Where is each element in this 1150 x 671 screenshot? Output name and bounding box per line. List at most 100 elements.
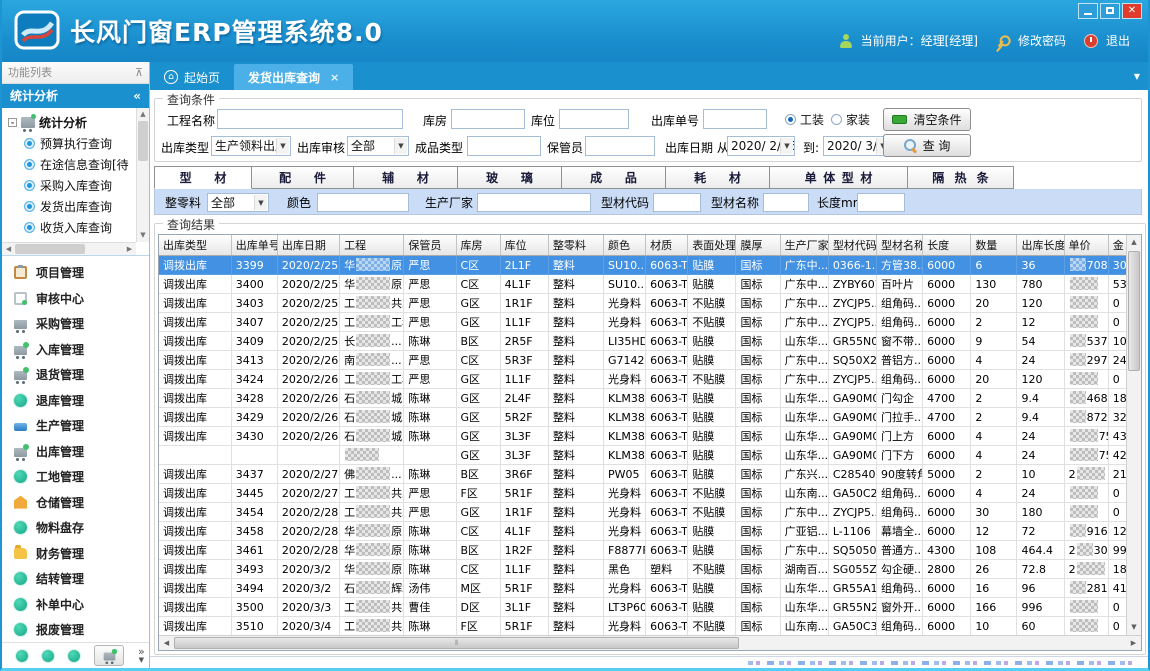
column-header[interactable]: 数量 [971,235,1017,256]
factory-input[interactable] [477,193,591,212]
table-row[interactable]: 调拨出库34542020/2/28工共工程严思G区1R1F整料光身料6063-T… [159,503,1135,522]
tab-shipping-outbound-query[interactable]: 发货出库查询 × [234,64,353,90]
collapse-icon[interactable]: « [133,84,141,108]
module-dot-icon[interactable] [16,650,28,662]
table-row[interactable]: 调拨出库34452020/2/27工共工程严思F区5R1F整料光身料6063-T… [159,484,1135,503]
column-header[interactable]: 出库日期 [277,235,339,256]
column-header[interactable]: 出库类型 [159,235,231,256]
table-row[interactable]: 调拨出库34942020/3/2石辉城汤伟M区5R1F整料光身料6063-T5贴… [159,579,1135,598]
module-cart-button[interactable] [94,645,124,666]
sidebar-module-财务管理[interactable]: 财务管理 [2,540,149,566]
outbound-type-select[interactable]: 生产领料出库▼ [211,136,291,156]
keeper-input[interactable] [585,136,655,156]
date-to-picker[interactable]: 2020/ 3/16▼ [823,136,891,156]
radio-gongzhuang[interactable]: 工装 [785,111,824,128]
tab-list-dropdown-icon[interactable]: ▼ [1134,72,1140,81]
table-row[interactable]: 调拨出库34092020/2/25长...陈琳B区2R5F整料LI35HD606… [159,332,1135,351]
sidebar-module-退库管理[interactable]: 退库管理 [2,387,149,413]
scroll-left-icon[interactable]: ◀ [159,639,174,647]
sidebar-module-生产管理[interactable]: 生产管理 [2,413,149,439]
stats-panel-header[interactable]: 统计分析 « [2,84,149,108]
tree-root-stats[interactable]: - 统计分析 [8,112,149,133]
column-header[interactable]: 型材代码 [828,235,876,256]
product-type-input[interactable] [467,136,541,156]
column-header[interactable]: 库位 [500,235,548,256]
pin-icon[interactable]: ⊼ [135,62,143,84]
sidebar-module-审核中心[interactable]: 审核中心 [2,285,149,311]
tab-close-icon[interactable]: × [330,71,339,84]
material-tab-单体型材[interactable]: 单体型材 [770,166,908,189]
material-tab-耗材[interactable]: 耗材 [666,166,770,189]
module-dot-icon[interactable] [68,650,80,662]
audit-select[interactable]: 全部▼ [347,136,409,156]
column-header[interactable]: 材质 [646,235,688,256]
clear-conditions-button[interactable]: 清空条件 [883,108,971,131]
column-header[interactable]: 出库单号 [231,235,277,256]
sidebar-module-项目管理[interactable]: 项目管理 [2,260,149,286]
table-row[interactable]: 调拨出库34002020/2/25华原...严思C区4L1F整料SU10...6… [159,275,1135,294]
scroll-up-icon[interactable]: ▲ [1127,235,1141,250]
date-from-picker[interactable]: 2020/ 2/16▼ [727,136,795,156]
order-no-input[interactable] [703,109,767,129]
material-tab-辅材[interactable]: 辅材 [354,166,458,189]
search-button[interactable]: 查 询 [883,134,971,157]
sidebar-module-报废管理[interactable]: 报废管理 [2,617,149,643]
sidebar-module-采购管理[interactable]: 采购管理 [2,311,149,337]
material-tab-隔热条[interactable]: 隔热条 [908,166,1014,189]
column-header[interactable]: 保管员 [404,235,456,256]
table-row[interactable]: 调拨出库34242020/2/26工工程严思G区1L1F整料光身料6063-T5… [159,370,1135,389]
table-vertical-scrollbar[interactable]: ▲ ▼ [1126,235,1141,635]
profile-name-input[interactable] [763,193,809,212]
table-row[interactable]: 调拨出库34292020/2/26石城陈琳G区5R2F整料KLM38176063… [159,408,1135,427]
scrollbar-thumb[interactable] [1128,251,1140,371]
table-row[interactable]: 调拨出库35102020/3/4工共工程陈琳F区5R1F整料光身料6063-T5… [159,617,1135,636]
table-row[interactable]: G区3L3F整料KLM38176063-T5贴膜国标山东华...GA90M09.… [159,446,1135,465]
table-row[interactable]: 调拨出库33992020/2/25华原...严思C区2L1F整料SU10...6… [159,256,1135,275]
table-row[interactable]: 调拨出库34132020/2/26南...严思C区5R3F整料G71422606… [159,351,1135,370]
material-tab-配件[interactable]: 配件 [252,166,354,189]
sidebar-overflow-button[interactable]: »▼ [138,647,145,665]
profile-code-input[interactable] [653,193,701,212]
scroll-left-icon[interactable]: ◀ [2,245,15,253]
column-header[interactable]: 颜色 [604,235,646,256]
table-row[interactable]: 调拨出库34302020/2/26石城陈琳G区3L3F整料KLM38176063… [159,427,1135,446]
table-row[interactable]: 调拨出库34932020/3/2华原...陈琳C区1L1F整料黑色塑料不贴膜国标… [159,560,1135,579]
zhengling-select[interactable]: 全部▼ [207,193,269,212]
column-header[interactable]: 出库长度 [1017,235,1064,256]
scroll-right-icon[interactable]: ▶ [123,245,136,253]
tree-item[interactable]: 收货入库查询 [8,217,149,238]
warehouse-input[interactable] [451,109,525,129]
sidebar-module-退货管理[interactable]: 退货管理 [2,362,149,388]
column-header[interactable]: 表面处理 [688,235,736,256]
tree-item[interactable]: 采购入库查询 [8,175,149,196]
tab-home[interactable]: ⌂ 起始页 [150,64,234,90]
table-horizontal-scrollbar[interactable]: ◀ ⦀ ▶ [159,635,1141,650]
module-dot-icon[interactable] [42,650,54,662]
logout-link[interactable]: 退出 [1106,32,1130,49]
column-header[interactable]: 生产厂家 [780,235,828,256]
column-header[interactable]: 膜厚 [736,235,780,256]
material-tab-玻璃[interactable]: 玻璃 [458,166,562,189]
maximize-button[interactable] [1100,3,1120,19]
location-input[interactable] [559,109,629,129]
table-row[interactable]: 调拨出库34582020/2/28华原...陈琳C区4L1F整料光身料6063-… [159,522,1135,541]
tree-item[interactable]: 在途信息查询[待 [8,154,149,175]
radio-jiazhuang[interactable]: 家装 [831,111,870,128]
column-header[interactable]: 库房 [456,235,500,256]
length-input[interactable] [857,193,905,212]
color-input[interactable] [317,193,409,212]
project-name-input[interactable] [217,109,403,129]
sidebar-module-工地管理[interactable]: 工地管理 [2,464,149,490]
tree-item[interactable]: 预算执行查询 [8,133,149,154]
column-header[interactable]: 整零料 [548,235,603,256]
column-header[interactable]: 型材名称 [876,235,922,256]
change-password-link[interactable]: 修改密码 [1018,32,1066,49]
sidebar-module-出库管理[interactable]: 出库管理 [2,438,149,464]
column-header[interactable]: 单价 [1064,235,1108,256]
sidebar-module-入库管理[interactable]: 入库管理 [2,336,149,362]
sidebar-module-仓储管理[interactable]: 仓储管理 [2,489,149,515]
tree-item[interactable]: 发货出库查询 [8,196,149,217]
sidebar-module-物料盘存[interactable]: 物料盘存 [2,515,149,541]
tree-expander-icon[interactable]: - [8,118,17,127]
material-tab-成品[interactable]: 成品 [562,166,666,189]
